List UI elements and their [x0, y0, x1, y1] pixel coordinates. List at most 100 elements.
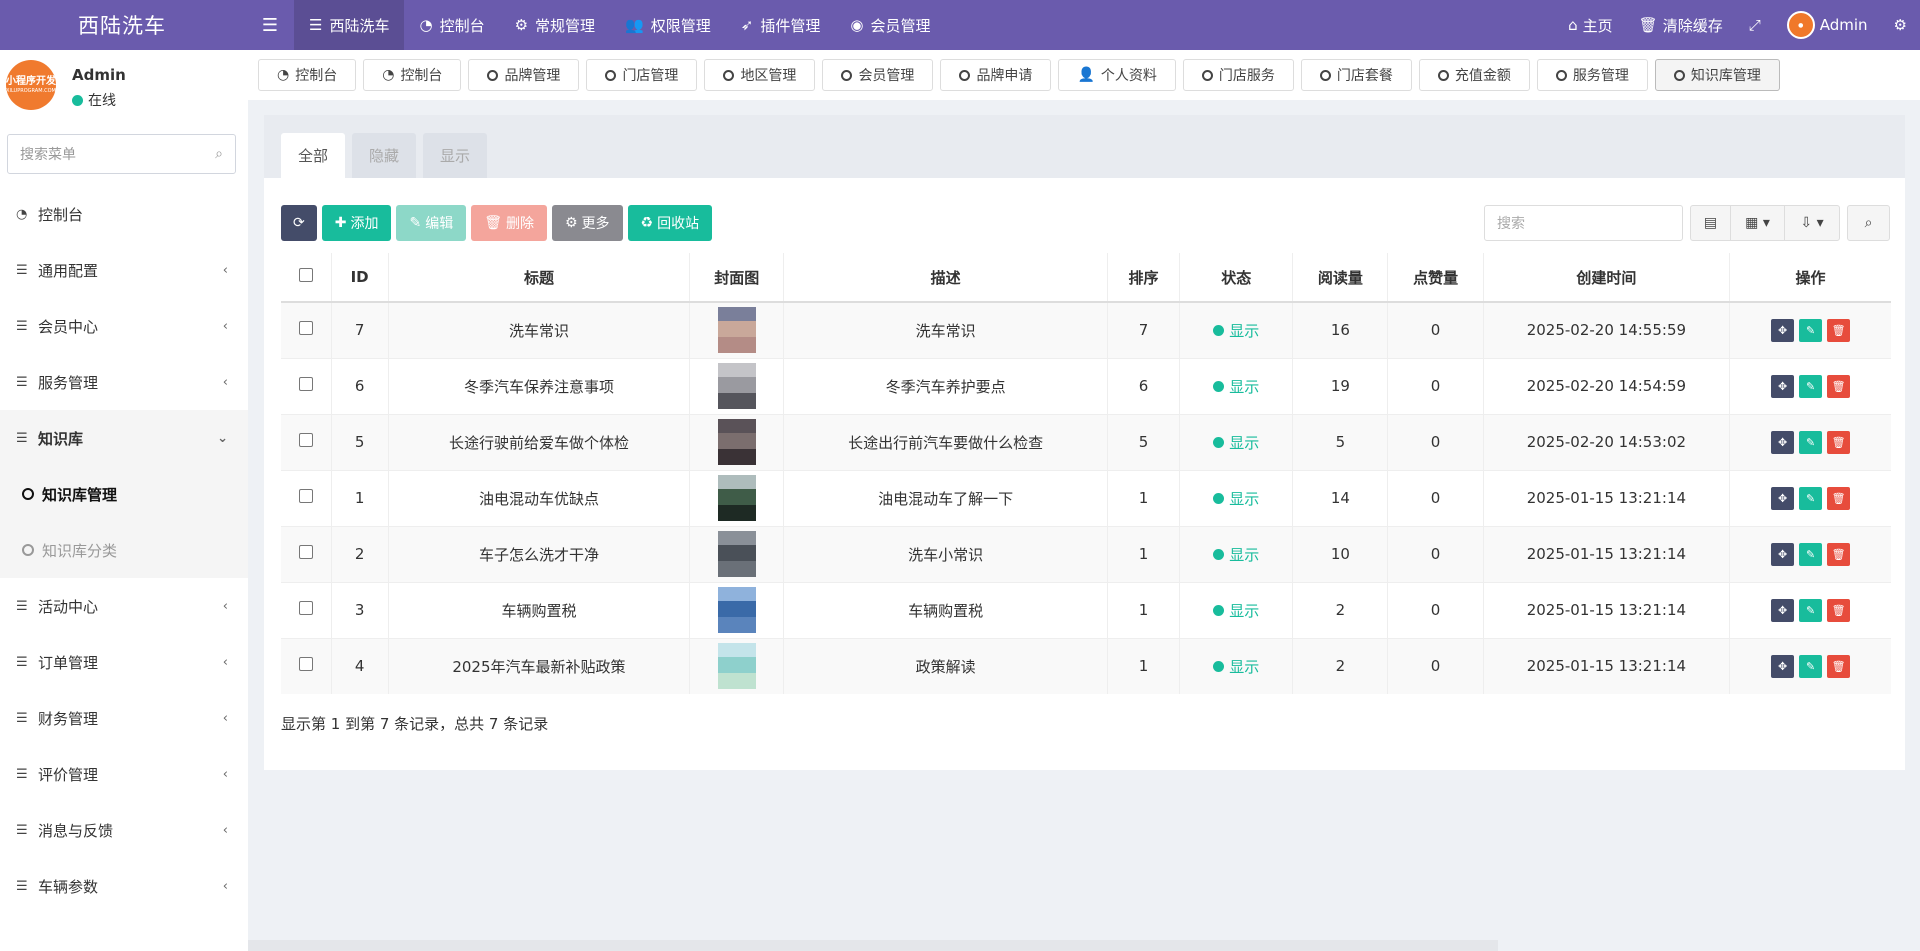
horizontal-scrollbar[interactable]: [248, 940, 1498, 951]
filter-tab-shown[interactable]: 显示: [423, 133, 488, 178]
status-badge[interactable]: 显示: [1213, 544, 1259, 565]
row-checkbox[interactable]: [298, 321, 313, 336]
col-likes[interactable]: 点赞量: [1387, 253, 1484, 303]
tab-knowledge[interactable]: 知识库管理: [1654, 59, 1780, 91]
row-delete-icon[interactable]: 🗑: [1827, 598, 1851, 622]
row-checkbox[interactable]: [298, 657, 313, 672]
tab-brand[interactable]: 品牌管理: [468, 59, 580, 91]
drag-sort-icon[interactable]: ✥: [1771, 542, 1795, 566]
drag-sort-icon[interactable]: ✥: [1771, 486, 1795, 510]
tab-brand-apply[interactable]: 品牌申请: [940, 59, 1052, 91]
row-delete-icon[interactable]: 🗑: [1827, 654, 1851, 678]
drag-sort-icon[interactable]: ✥: [1771, 654, 1795, 678]
cover-thumbnail[interactable]: [717, 587, 756, 633]
top-nav-item-dashboard[interactable]: ◔ 控制台: [404, 0, 499, 50]
tab-service[interactable]: 服务管理: [1536, 59, 1648, 91]
row-delete-icon[interactable]: 🗑: [1827, 318, 1851, 342]
delete-button[interactable]: 🗑 删除: [471, 205, 547, 241]
advanced-search-icon[interactable]: ⌕: [1847, 205, 1890, 241]
drag-sort-icon[interactable]: ✥: [1771, 430, 1795, 454]
select-all-checkbox[interactable]: [298, 268, 313, 282]
tab-dashboard-1[interactable]: ◔ 控制台: [258, 59, 357, 91]
brand-logo[interactable]: 西陆洗车: [0, 0, 248, 50]
row-checkbox[interactable]: [298, 377, 313, 391]
drag-sort-icon[interactable]: ✥: [1771, 598, 1795, 622]
row-edit-icon[interactable]: ✎: [1799, 542, 1823, 566]
top-nav-item-auth[interactable]: 👥 权限管理: [610, 0, 726, 50]
tab-recharge[interactable]: 充值金额: [1418, 59, 1530, 91]
columns-dropdown-icon[interactable]: ▦ ▾: [1731, 206, 1785, 240]
refresh-button[interactable]: ⟳: [281, 205, 317, 241]
sidebar-item-finance[interactable]: ☰ 财务管理 ‹: [0, 690, 248, 746]
sidebar-item-service[interactable]: ☰ 服务管理 ‹: [0, 354, 248, 410]
sidebar-subitem-knowledge-manage[interactable]: 知识库管理: [0, 466, 248, 522]
col-reads[interactable]: 阅读量: [1292, 253, 1389, 303]
status-badge[interactable]: 显示: [1213, 656, 1259, 677]
cover-thumbnail[interactable]: [717, 419, 756, 465]
top-nav-item-xilu[interactable]: ☰ 西陆洗车: [294, 0, 405, 50]
row-delete-icon[interactable]: 🗑: [1827, 374, 1851, 398]
row-edit-icon[interactable]: ✎: [1799, 430, 1823, 454]
row-delete-icon[interactable]: 🗑: [1827, 486, 1851, 510]
cover-thumbnail[interactable]: [717, 307, 756, 354]
top-nav-item-members[interactable]: ◉ 会员管理: [835, 0, 945, 50]
row-checkbox[interactable]: [298, 601, 313, 615]
row-delete-icon[interactable]: 🗑: [1827, 430, 1851, 454]
top-nav-item-general[interactable]: ⚙ 常规管理: [500, 0, 610, 50]
card-view-icon[interactable]: ▤: [1691, 206, 1731, 240]
recycle-bin-button[interactable]: ♻ 回收站: [627, 205, 713, 241]
clear-cache-button[interactable]: 🗑 清除缓存: [1626, 15, 1736, 36]
cover-thumbnail[interactable]: [717, 643, 756, 690]
table-row[interactable]: 2 车子怎么洗才干净 洗车小常识 1 显示 10 0 2025-01-15 13:21:14 ✥…: [281, 525, 1891, 582]
sidebar-subitem-knowledge-category[interactable]: 知识库分类: [0, 522, 248, 578]
col-id[interactable]: ID: [331, 253, 389, 303]
status-badge[interactable]: 显示: [1213, 600, 1259, 621]
sidebar-item-member-center[interactable]: ☰ 会员中心 ‹: [0, 298, 248, 354]
row-checkbox[interactable]: [298, 545, 313, 559]
tab-store[interactable]: 门店管理: [586, 59, 698, 91]
row-edit-icon[interactable]: ✎: [1799, 374, 1823, 398]
home-link[interactable]: ⌂ 主页: [1555, 15, 1626, 36]
sidebar-item-dashboard[interactable]: ◔ 控制台: [0, 186, 248, 242]
row-edit-icon[interactable]: ✎: [1799, 486, 1823, 510]
tab-member[interactable]: 会员管理: [822, 59, 934, 91]
more-button[interactable]: ⚙ 更多: [551, 205, 623, 241]
export-dropdown-icon[interactable]: ⇩ ▾: [1785, 206, 1839, 240]
row-checkbox[interactable]: [298, 489, 313, 503]
fullscreen-icon[interactable]: ⤢: [1736, 16, 1774, 34]
top-nav-item-plugins[interactable]: ➶ 插件管理: [726, 0, 836, 50]
drag-sort-icon[interactable]: ✥: [1771, 318, 1795, 342]
add-button[interactable]: ✚ 添加: [321, 205, 392, 241]
table-row[interactable]: 4 2025年汽车最新补贴政策 政策解读 1 显示 2 0 2025-01-15 13:21:…: [281, 637, 1891, 694]
tab-dashboard-2[interactable]: ◔ 控制台: [363, 59, 462, 91]
row-delete-icon[interactable]: 🗑: [1827, 542, 1851, 566]
sidebar-item-general-config[interactable]: ☰ 通用配置 ‹: [0, 242, 248, 298]
sidebar-item-reviews[interactable]: ☰ 评价管理 ‹: [0, 746, 248, 802]
status-badge[interactable]: 显示: [1213, 488, 1259, 509]
table-row[interactable]: 6 冬季汽车保养注意事项 冬季汽车养护要点 6 显示 19 0 2025-02-20 14:5…: [281, 357, 1891, 414]
tab-region[interactable]: 地区管理: [704, 59, 816, 91]
sidebar-toggle-icon[interactable]: ☰: [256, 0, 284, 50]
col-created[interactable]: 创建时间: [1483, 253, 1731, 303]
table-row[interactable]: 3 车辆购置税 车辆购置税 1 显示 2 0 2025-01-15 13:21:14 ✥ ✎ 🗑: [281, 581, 1891, 638]
row-checkbox[interactable]: [298, 433, 313, 447]
sidebar-item-activity[interactable]: ☰ 活动中心 ‹: [0, 578, 248, 634]
settings-gear-icon[interactable]: ⚙: [1881, 16, 1920, 34]
admin-user-menu[interactable]: ● Admin: [1774, 11, 1881, 39]
row-edit-icon[interactable]: ✎: [1799, 318, 1823, 342]
cover-thumbnail[interactable]: [717, 531, 756, 577]
col-sort[interactable]: 排序: [1107, 253, 1181, 303]
row-edit-icon[interactable]: ✎: [1799, 654, 1823, 678]
table-row[interactable]: 1 油电混动车优缺点 油电混动车了解一下 1 显示 14 0 2025-01-15 13:21…: [281, 469, 1891, 526]
tab-store-service[interactable]: 门店服务: [1182, 59, 1294, 91]
status-badge[interactable]: 显示: [1213, 320, 1259, 341]
drag-sort-icon[interactable]: ✥: [1771, 374, 1795, 398]
sidebar-item-knowledge[interactable]: ☰ 知识库 ⌄: [0, 410, 248, 466]
sidebar-item-orders[interactable]: ☰ 订单管理 ‹: [0, 634, 248, 690]
cover-thumbnail[interactable]: [717, 475, 756, 521]
tab-profile[interactable]: 👤 个人资料: [1058, 59, 1176, 91]
table-row[interactable]: 5 长途行驶前给爱车做个体检 长途出行前汽车要做什么检查 5 显示 5 0 2025-02-2…: [281, 413, 1891, 470]
sidebar-search-input[interactable]: 搜索菜单 ⌕: [7, 134, 236, 174]
tab-store-package[interactable]: 门店套餐: [1300, 59, 1412, 91]
edit-button[interactable]: ✎ 编辑: [396, 205, 467, 241]
